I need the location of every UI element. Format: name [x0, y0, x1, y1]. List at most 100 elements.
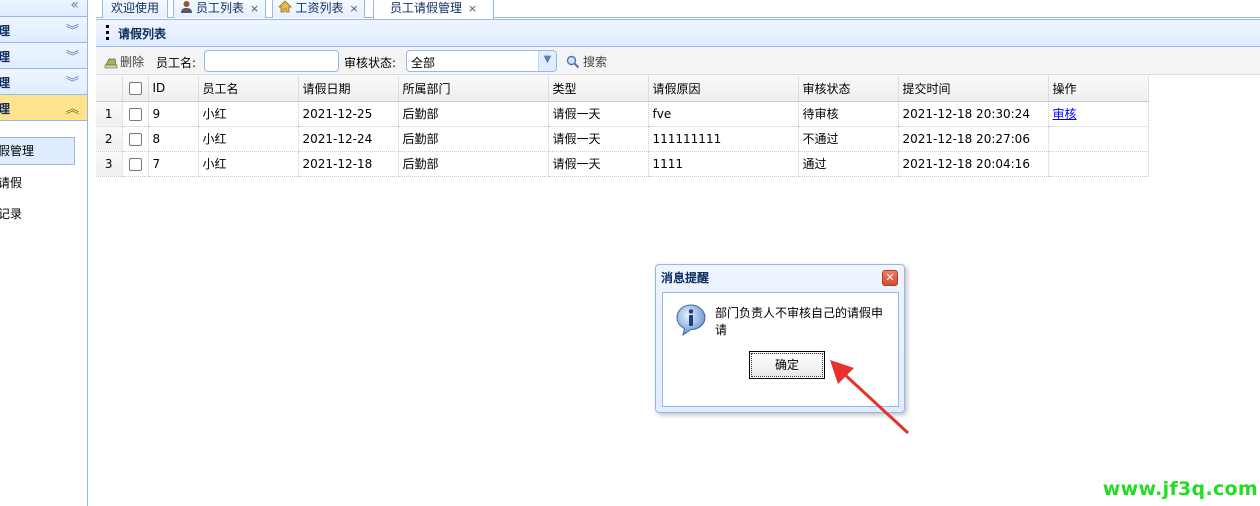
- sidebar-item-records[interactable]: 记录: [0, 201, 75, 227]
- cell-date: 2021-12-24: [298, 126, 399, 152]
- row-number: 1: [96, 101, 123, 127]
- review-link[interactable]: 审核: [1053, 107, 1077, 121]
- column-header[interactable]: 员工名: [198, 76, 299, 102]
- close-icon[interactable]: ×: [349, 2, 358, 15]
- cell-time: 2021-12-18 20:27:06: [898, 126, 1049, 152]
- chevron-up-double-icon[interactable]: ︽: [66, 98, 79, 117]
- column-header[interactable]: 类型: [548, 76, 649, 102]
- dialog-title: 消息提醒: [661, 271, 710, 285]
- sidebar-panel-1[interactable]: 理 ︾: [0, 17, 87, 43]
- column-header[interactable]: 所属部门: [398, 76, 549, 102]
- cell-type: 请假一天: [548, 126, 649, 152]
- column-header[interactable]: 请假原因: [648, 76, 799, 102]
- status-label: 审核状态:: [344, 56, 397, 70]
- cell-dept: 后勤部: [398, 101, 549, 127]
- main-panel: 请假列表 删除 员工名: 审核状态: 全部 ▼ 搜索 ID 员工名 请假日期 所…: [96, 19, 1260, 506]
- employee-name-input[interactable]: [204, 50, 339, 72]
- row-checkbox-cell[interactable]: [122, 101, 149, 127]
- user-icon: [180, 0, 193, 18]
- cell-status: 待审核: [798, 101, 899, 127]
- row-checkbox[interactable]: [128, 157, 142, 171]
- delete-button[interactable]: 删除: [104, 53, 144, 70]
- table-row[interactable]: 1 9 小红 2021-12-25 后勤部 请假一天 fve 待审核 2021-…: [96, 101, 1149, 127]
- sidebar-panel-title: 理: [0, 48, 10, 65]
- close-icon[interactable]: ✕: [882, 270, 898, 286]
- cell-id: 9: [148, 101, 199, 127]
- chevron-down-icon[interactable]: ▼: [538, 51, 556, 71]
- sidebar-panel-4[interactable]: 理 ︽: [0, 95, 87, 121]
- row-checkbox[interactable]: [128, 107, 142, 121]
- cell-reason: 1111: [648, 151, 799, 177]
- tab-salary-list[interactable]: 工资列表 ×: [272, 0, 365, 18]
- sidebar-collapse-bar[interactable]: «: [0, 0, 87, 17]
- cell-status: 不通过: [798, 126, 899, 152]
- watermark-text: www.jf3q.com: [1102, 478, 1258, 500]
- sidebar-panel-title: 理: [0, 22, 10, 39]
- close-icon[interactable]: ×: [468, 2, 477, 15]
- status-select[interactable]: 全部 ▼: [406, 50, 557, 72]
- delete-icon: [104, 55, 118, 69]
- row-checkbox-cell[interactable]: [122, 126, 149, 152]
- dialog-header[interactable]: 消息提醒 ✕: [656, 265, 904, 291]
- cell-id: 7: [148, 151, 199, 177]
- column-header[interactable]: 操作: [1048, 76, 1149, 102]
- panel-title: 请假列表: [118, 27, 167, 41]
- cell-id: 8: [148, 126, 199, 152]
- table-row[interactable]: 3 7 小红 2021-12-18 后勤部 请假一天 1111 通过 2021-…: [96, 151, 1149, 177]
- sidebar-panel-body: 假管理 请假 记录: [0, 121, 87, 227]
- cell-action: [1048, 126, 1149, 152]
- cell-type: 请假一天: [548, 101, 649, 127]
- status-select-value: 全部: [411, 56, 436, 70]
- sidebar-item-leave-management[interactable]: 假管理: [0, 137, 75, 165]
- cell-action: 审核: [1048, 101, 1149, 127]
- sidebar-panel-title: 理: [0, 100, 10, 117]
- sidebar-panel-3[interactable]: 理 ︾: [0, 69, 87, 95]
- cell-dept: 后勤部: [398, 126, 549, 152]
- tab-label: 工资列表: [295, 1, 344, 15]
- close-icon[interactable]: ×: [250, 2, 259, 15]
- tab-leave-management[interactable]: 员工请假管理 ×: [373, 0, 494, 19]
- sidebar: « 理 ︾ 理 ︾ 理 ︾ 理 ︽ 假管理 请假 记录: [0, 0, 88, 506]
- cell-date: 2021-12-25: [298, 101, 399, 127]
- sidebar-panel-title: 理: [0, 74, 10, 91]
- select-all-checkbox-cell[interactable]: [122, 76, 149, 102]
- cell-time: 2021-12-18 20:30:24: [898, 101, 1049, 127]
- ok-button[interactable]: 确定: [749, 351, 825, 379]
- table-header-row: ID 员工名 请假日期 所属部门 类型 请假原因 审核状态 提交时间 操作: [96, 76, 1149, 102]
- double-chevron-left-icon[interactable]: «: [70, 0, 79, 13]
- row-number-header: [96, 76, 123, 102]
- row-number: 2: [96, 126, 123, 152]
- row-number: 3: [96, 151, 123, 177]
- cell-reason: 111111111: [648, 126, 799, 152]
- info-icon: [675, 303, 707, 340]
- cell-name: 小红: [198, 126, 299, 152]
- row-checkbox[interactable]: [128, 132, 142, 146]
- column-header[interactable]: ID: [148, 76, 199, 102]
- cell-type: 请假一天: [548, 151, 649, 177]
- chevron-down-double-icon[interactable]: ︾: [66, 20, 79, 39]
- cell-reason: fve: [648, 101, 799, 127]
- tab-employee-list[interactable]: 员工列表 ×: [173, 0, 266, 18]
- table-row[interactable]: 2 8 小红 2021-12-24 后勤部 请假一天 111111111 不通过…: [96, 126, 1149, 152]
- leave-table: ID 员工名 请假日期 所属部门 类型 请假原因 审核状态 提交时间 操作 1 …: [96, 76, 1149, 177]
- column-header[interactable]: 提交时间: [898, 76, 1049, 102]
- chevron-down-double-icon[interactable]: ︾: [66, 72, 79, 91]
- delete-label: 删除: [120, 55, 145, 69]
- chevron-down-double-icon[interactable]: ︾: [66, 46, 79, 65]
- search-icon: [566, 55, 580, 72]
- sidebar-item-leave-request[interactable]: 请假: [0, 170, 75, 196]
- tab-label: 员工列表: [195, 1, 244, 15]
- row-checkbox-cell[interactable]: [122, 151, 149, 177]
- column-header[interactable]: 审核状态: [798, 76, 899, 102]
- column-header[interactable]: 请假日期: [298, 76, 399, 102]
- search-button[interactable]: 搜索: [566, 53, 607, 72]
- select-all-checkbox[interactable]: [128, 82, 142, 96]
- annotation-arrow: [830, 360, 910, 435]
- ok-button-label: 确定: [751, 353, 823, 377]
- sidebar-panel-2[interactable]: 理 ︾: [0, 43, 87, 69]
- cell-date: 2021-12-18: [298, 151, 399, 177]
- tab-label: 欢迎使用: [110, 1, 159, 15]
- toolbar: 删除 员工名: 审核状态: 全部 ▼ 搜索: [96, 47, 1260, 75]
- tab-welcome[interactable]: 欢迎使用: [102, 0, 168, 18]
- cell-name: 小红: [198, 101, 299, 127]
